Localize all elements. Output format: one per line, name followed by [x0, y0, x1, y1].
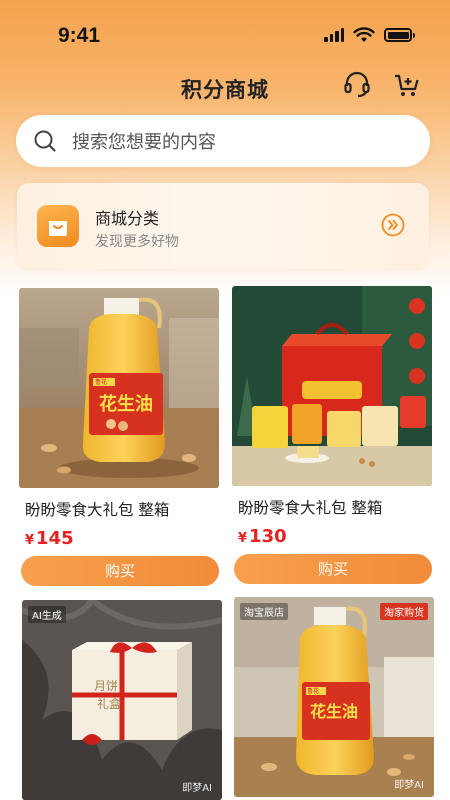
- product-card[interactable]: 月饼 礼盒 AI生成 即梦AI: [22, 600, 222, 800]
- watermark: 即梦AI: [182, 783, 212, 794]
- nav-bar: 积分商城: [0, 66, 450, 106]
- search-input[interactable]: 搜索您想要的内容: [72, 128, 216, 154]
- ai-tag: AI生成: [28, 606, 66, 623]
- oil-label: 花生油: [99, 393, 153, 415]
- page-title: 积分商城: [181, 78, 269, 102]
- product-price: ¥145: [25, 528, 74, 549]
- shop-tag-2: 淘家购货: [380, 603, 428, 620]
- status-icons: [324, 27, 415, 43]
- cart-add-icon[interactable]: [392, 70, 422, 100]
- box-label-2: 礼盒: [97, 696, 121, 711]
- search-bar[interactable]: 搜索您想要的内容: [16, 115, 430, 167]
- box-label-1: 月饼: [94, 679, 118, 693]
- product-card[interactable]: 盼盼零食大礼包 整箱 ¥130 购买: [232, 286, 432, 584]
- buy-button[interactable]: 购买: [21, 556, 219, 586]
- product-image-mooncake-gift-box[interactable]: 月饼 礼盒 AI生成 即梦AI: [22, 600, 222, 800]
- oil-brand: 鲁花: [95, 378, 107, 386]
- category-title: 商城分类: [95, 209, 160, 228]
- status-bar: 9:41: [0, 0, 450, 70]
- category-subtitle: 发现更多好物: [95, 234, 179, 250]
- status-time: 9:41: [58, 24, 101, 47]
- product-card[interactable]: 鲁花 花生油 淘宝辰店 淘家购货 即梦AI: [234, 597, 434, 797]
- product-card[interactable]: 鲁花 花生油 盼盼零食大礼包 整箱 ¥145 购买: [19, 288, 219, 586]
- product-name: 盼盼零食大礼包 整箱: [238, 499, 383, 517]
- product-image-peanut-oil[interactable]: 鲁花 花生油: [19, 288, 219, 488]
- product-image-snack-gift-box[interactable]: [232, 286, 432, 486]
- wifi-icon: [353, 27, 375, 42]
- shop-tag: 淘宝辰店: [240, 603, 288, 620]
- product-image-peanut-oil[interactable]: 鲁花 花生油 淘宝辰店 淘家购货 即梦AI: [234, 597, 434, 797]
- category-banner[interactable]: 商城分类 发现更多好物: [17, 183, 429, 269]
- signal-icon: [324, 28, 344, 42]
- search-icon: [34, 130, 56, 152]
- oil-brand: 鲁花: [307, 687, 319, 695]
- watermark: 即梦AI: [394, 780, 424, 791]
- headset-icon[interactable]: [342, 70, 372, 100]
- shopping-bag-icon: [37, 205, 79, 247]
- product-name: 盼盼零食大礼包 整箱: [25, 501, 170, 519]
- battery-icon: [384, 28, 415, 42]
- product-price: ¥130: [238, 526, 287, 547]
- double-chevron-right-icon[interactable]: [381, 213, 405, 237]
- buy-button[interactable]: 购买: [234, 554, 432, 584]
- oil-label: 花生油: [310, 702, 358, 721]
